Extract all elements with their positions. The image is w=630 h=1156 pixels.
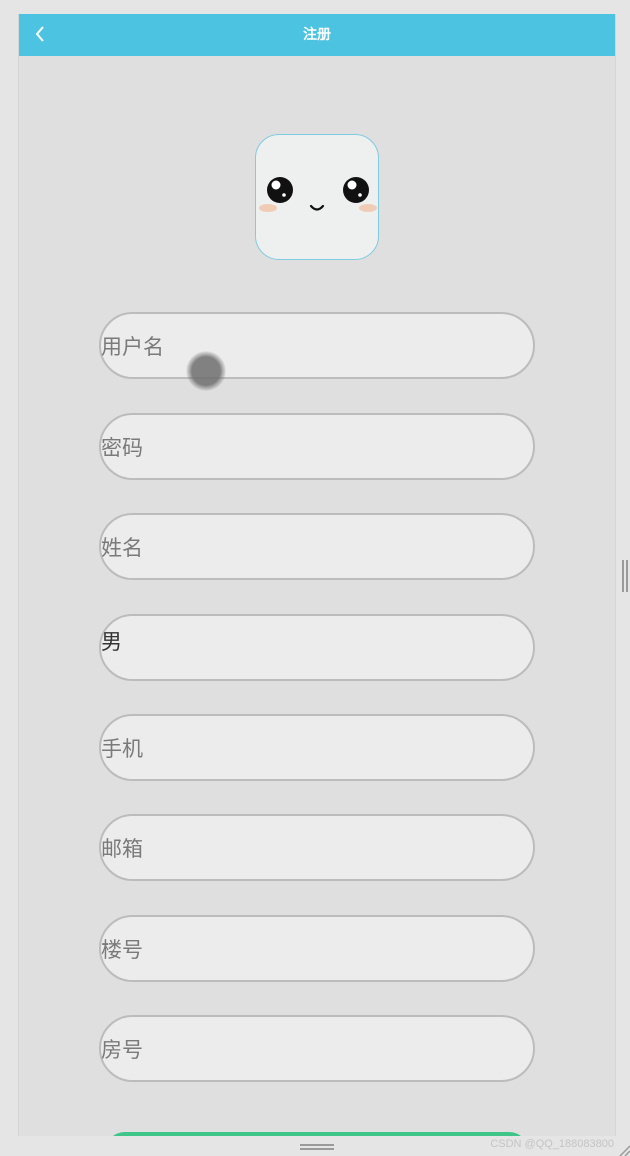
header-bar: 注册 bbox=[19, 14, 615, 56]
gender-value: 男 bbox=[101, 630, 122, 654]
avatar[interactable] bbox=[255, 134, 379, 260]
side-resize-handle[interactable] bbox=[622, 560, 628, 592]
phone-placeholder: 手机 bbox=[101, 736, 143, 761]
name-field[interactable]: 姓名 bbox=[99, 513, 535, 580]
room-number-placeholder: 房号 bbox=[101, 1037, 143, 1062]
cute-face-avatar-icon bbox=[259, 177, 377, 212]
resize-corner-icon[interactable] bbox=[618, 1144, 630, 1156]
bottom-resize-handle[interactable] bbox=[300, 1144, 334, 1150]
app-screen: 注册 用户名 密码 姓名 男 手机 邮箱 楼号 房号 bbox=[18, 14, 616, 1136]
name-placeholder: 姓名 bbox=[101, 535, 143, 560]
password-field[interactable]: 密码 bbox=[99, 413, 535, 480]
email-field[interactable]: 邮箱 bbox=[99, 814, 535, 881]
password-placeholder: 密码 bbox=[101, 435, 143, 460]
building-number-field[interactable]: 楼号 bbox=[99, 915, 535, 982]
register-submit-button[interactable] bbox=[105, 1132, 529, 1136]
page-title: 注册 bbox=[303, 27, 331, 43]
username-placeholder: 用户名 bbox=[101, 334, 164, 359]
building-number-placeholder: 楼号 bbox=[101, 937, 143, 962]
username-field[interactable]: 用户名 bbox=[99, 312, 535, 379]
watermark: CSDN @QQ_188083800 bbox=[490, 1138, 614, 1150]
phone-field[interactable]: 手机 bbox=[99, 714, 535, 781]
email-placeholder: 邮箱 bbox=[101, 836, 143, 861]
touch-indicator bbox=[186, 351, 226, 391]
room-number-field[interactable]: 房号 bbox=[99, 1015, 535, 1082]
gender-select[interactable]: 男 bbox=[99, 614, 535, 681]
